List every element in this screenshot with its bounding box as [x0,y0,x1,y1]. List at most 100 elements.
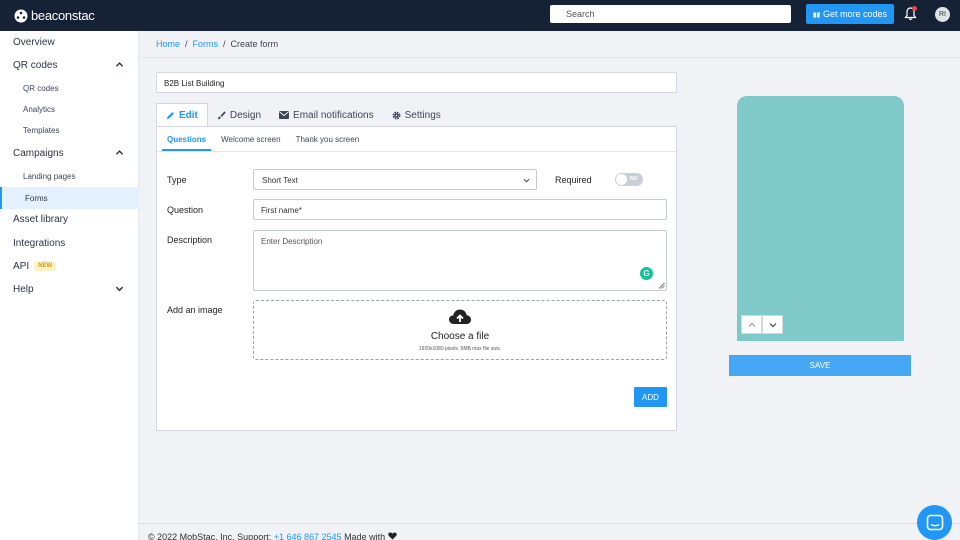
subtabs: Questions Welcome screen Thank you scree… [157,127,676,152]
add-image-label: Add an image [167,305,223,315]
subtab-welcome-screen[interactable]: Welcome screen [216,127,285,151]
form-tabs: Edit Design Email notifications Settings [156,103,450,127]
tab-label: Settings [404,109,441,121]
sidebar-item-label: Asset library [13,213,69,225]
breadcrumb-home[interactable]: Home [156,39,180,49]
tab-label: Edit [179,110,198,121]
breadcrumb-separator: / [185,39,188,49]
new-badge: NEW [34,261,57,271]
sidebar-item-asset-library[interactable]: Asset library [0,208,139,230]
breadcrumb-separator: / [223,39,226,49]
dropzone-hint: 1920x1080 pixels. 5MB max file size. [418,346,502,352]
tab-design[interactable]: Design [208,103,270,127]
search-input[interactable]: Search [550,5,791,23]
add-button[interactable]: ADD [634,387,667,407]
cloud-upload-icon [449,309,471,324]
question-input[interactable]: First name* [253,199,667,220]
toggle-knob [616,174,627,185]
sidebar-item-qr-codes[interactable]: QR codes [0,54,139,76]
chat-icon [926,514,943,530]
subtab-questions[interactable]: Questions [162,127,212,151]
chat-launcher-button[interactable] [917,505,952,540]
subtab-thank-you-screen[interactable]: Thank you screen [291,127,365,151]
footer-copyright: © 2022 MobStac, Inc. Support: [148,532,272,540]
sidebar: Overview QR codes QR codes Analytics Tem… [0,31,139,540]
tab-label: Email notifications [293,109,374,121]
sidebar-item-label: Templates [23,125,60,135]
sidebar-item-label: Forms [25,193,48,203]
tab-edit[interactable]: Edit [156,103,208,127]
support-phone-link[interactable]: +1 646 867 2545 [274,532,342,540]
sidebar-item-qr-codes-sub[interactable]: QR codes [0,77,139,99]
footer-made-with: Made with [344,532,386,540]
sidebar-item-landing-pages[interactable]: Landing pages [0,165,139,187]
sidebar-item-label: Help [13,283,34,295]
chevron-down-icon [523,178,530,183]
sidebar-item-help[interactable]: Help [0,278,139,300]
dropzone-title: Choose a file [430,331,490,342]
toggle-text: NO [630,176,638,182]
required-label: Required [555,175,592,185]
chevron-up-icon [115,62,124,67]
sidebar-item-forms[interactable]: Forms [0,187,139,209]
divider [139,57,960,58]
chevron-up-icon [115,150,124,155]
sidebar-item-templates[interactable]: Templates [0,119,139,141]
logo[interactable]: beaconstac [14,8,95,23]
sidebar-item-label: Analytics [23,104,56,114]
avatar[interactable]: RI [935,7,950,22]
image-dropzone[interactable]: Choose a file 1920x1080 pixels. 5MB max … [253,300,667,360]
chevron-down-icon [115,286,124,292]
footer: © 2022 MobStac, Inc. Support: +1 646 867… [148,532,397,540]
sidebar-item-label: Integrations [13,237,66,249]
form-preview [737,96,904,341]
get-more-codes-button[interactable]: Get more codes [806,4,894,24]
heart-icon [387,532,397,540]
question-editor-panel: Questions Welcome screen Thank you scree… [156,126,677,431]
grammarly-icon[interactable]: G [640,267,653,280]
description-label: Description [167,235,213,245]
sidebar-item-integrations[interactable]: Integrations [0,232,139,254]
breadcrumb-forms[interactable]: Forms [193,39,219,49]
brush-icon [217,110,226,119]
sidebar-item-label: Landing pages [23,171,76,181]
save-button[interactable]: SAVE [729,355,911,376]
form-name-input[interactable]: B2B List Building [156,72,677,93]
preview-prev-button[interactable] [741,315,762,334]
sidebar-item-campaigns[interactable]: Campaigns [0,142,139,164]
chevron-down-icon [769,322,776,327]
beaconstac-logo-icon [14,9,28,22]
chevron-up-icon [748,322,755,327]
pencil-icon [166,112,174,120]
sidebar-item-analytics[interactable]: Analytics [0,98,139,120]
preview-nav [741,315,783,334]
tab-label: Design [229,109,262,121]
question-label: Question [167,205,204,215]
logo-text: beaconstac [31,8,95,23]
notification-dot [912,6,917,11]
preview-next-button[interactable] [762,315,783,334]
footer-divider [139,523,960,524]
get-more-codes-label: Get more codes [822,9,888,19]
tab-email-notifications[interactable]: Email notifications [270,103,383,127]
tab-settings[interactable]: Settings [383,103,450,127]
type-label: Type [167,175,187,185]
gift-icon [812,12,820,18]
sidebar-item-label: Campaigns [13,147,64,159]
required-toggle[interactable]: NO [615,173,643,186]
type-select[interactable]: Short Text [253,169,537,190]
breadcrumb: Home / Forms / Create form [156,39,278,49]
sidebar-item-label: QR codes [23,83,59,93]
sidebar-item-label: API [13,260,30,272]
type-select-value: Short Text [262,176,298,185]
sidebar-item-label: QR codes [13,59,58,71]
sidebar-item-overview[interactable]: Overview [0,31,139,53]
description-placeholder: Enter Description [261,237,323,246]
breadcrumb-current: Create form [230,39,279,49]
description-textarea[interactable]: Enter Description G [253,230,667,291]
gear-icon [392,111,401,119]
envelope-icon [279,111,290,119]
top-navbar: beaconstac Search Get more codes RI [0,0,960,31]
resize-handle-icon[interactable] [658,282,665,289]
sidebar-item-api[interactable]: API NEW [0,255,139,277]
